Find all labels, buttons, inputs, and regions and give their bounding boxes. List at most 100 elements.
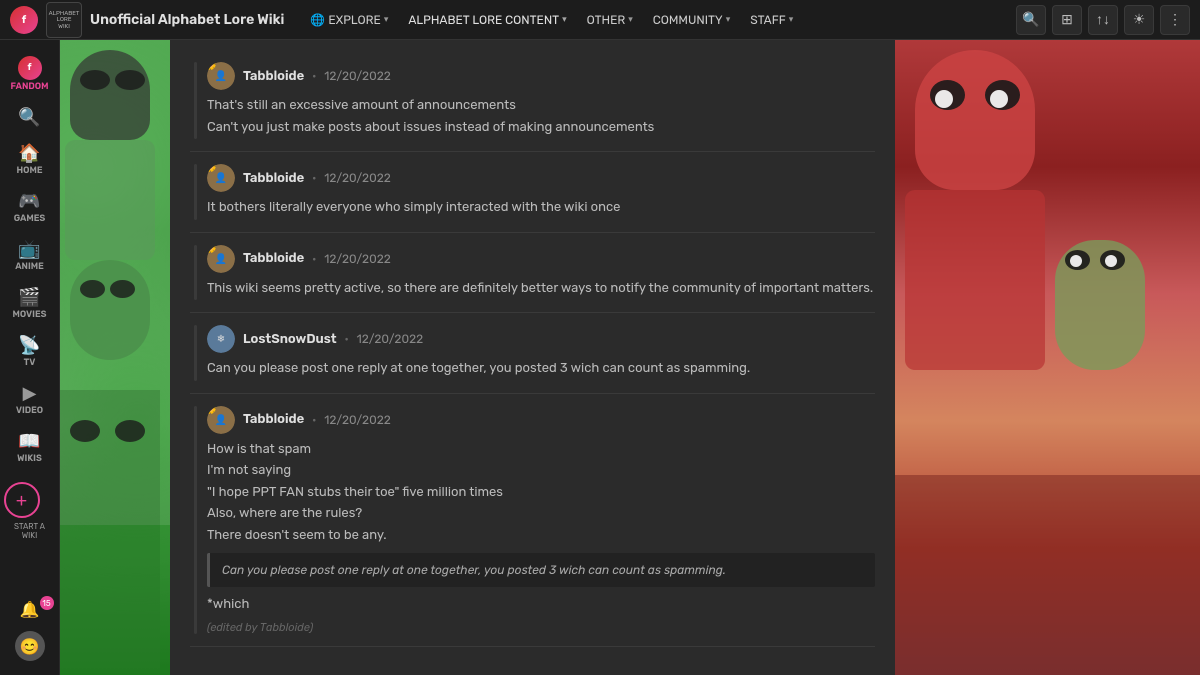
sidebar-item-tv[interactable]: 📡 TV (4, 328, 56, 374)
sidebar-games-label: GAMES (14, 214, 46, 224)
comment-thread-line (194, 62, 197, 139)
comment-text: How is that spamI'm not saying"I hope PP… (207, 440, 875, 615)
games-icon: 🎮 (18, 190, 40, 212)
nav-other[interactable]: OTHER ▾ (579, 9, 641, 31)
cartoon-shape-1 (70, 50, 150, 140)
comment-date: 12/20/2022 (324, 252, 391, 266)
comment-header: ❄ LostSnowDust · 12/20/2022 (207, 325, 875, 353)
flower-badge-icon: 🌼 (207, 62, 216, 71)
community-label: COMMUNITY (653, 13, 723, 27)
nav-staff[interactable]: STAFF ▾ (742, 9, 801, 31)
cartoon-eye-1 (80, 70, 110, 90)
chevron-down-icon: ▾ (726, 15, 731, 25)
comment-thread-line (194, 245, 197, 301)
nav-community[interactable]: COMMUNITY ▾ (645, 9, 738, 31)
nav-alphabet-lore-content[interactable]: ALPHABET LORE CONTENT ▾ (400, 9, 574, 31)
logo-area: f ALPHABETLOREWIKI Unofficial Alphabet L… (10, 2, 284, 38)
cartoon-shape-3 (70, 260, 150, 360)
right-eye-white-2 (990, 90, 1008, 108)
sidebar-item-video[interactable]: ▶ VIDEO (4, 376, 56, 422)
anime-icon: 📺 (18, 238, 40, 260)
comment-block: 🌼 👤 Tabbloide · 12/20/2022 How is that s… (190, 394, 875, 647)
comment-separator: · (312, 69, 316, 83)
right-bg-bottom (895, 475, 1200, 675)
video-icon: ▶ (23, 382, 37, 404)
comment-content: 🌼 👤 Tabbloide · 12/20/2022 This wiki see… (207, 245, 875, 301)
cartoon-eye-2 (115, 70, 145, 90)
comment-content: 🌼 👤 Tabbloide · 12/20/2022 That's still … (207, 62, 875, 139)
home-icon: 🏠 (18, 142, 40, 164)
comment-line: Can you please post one reply at one tog… (207, 359, 875, 379)
grid-button[interactable]: ⊞ (1052, 5, 1082, 35)
comment-content: 🌼 👤 Tabbloide · 12/20/2022 How is that s… (207, 406, 875, 634)
chevron-down-icon: ▾ (384, 15, 389, 25)
comment-block: 🌼 👤 Tabbloide · 12/20/2022 This wiki see… (190, 233, 875, 314)
sidebar-item-wikis[interactable]: 📖 WIKIS (4, 424, 56, 470)
commenter-username[interactable]: Tabbloide (243, 251, 304, 266)
sidebar-notifications[interactable]: 🔔 15 (4, 594, 56, 625)
sidebar-item-home[interactable]: 🏠 HOME (4, 136, 56, 182)
fandom-logo[interactable]: f (10, 6, 38, 34)
sidebar-item-games[interactable]: 🎮 GAMES (4, 184, 56, 230)
comment-quote: Can you please post one reply at one tog… (207, 553, 875, 587)
comment-block: 🌼 👤 Tabbloide · 12/20/2022 That's still … (190, 50, 875, 152)
commenter-username[interactable]: LostSnowDust (243, 332, 337, 347)
sidebar-item-fandom[interactable]: f FANDOM (4, 50, 56, 98)
sidebar-item-movies[interactable]: 🎬 MOVIES (4, 280, 56, 326)
right-green-eye-white-2 (1105, 255, 1117, 267)
cartoon-bottom (60, 525, 170, 675)
comments-container: 🌼 👤 Tabbloide · 12/20/2022 That's still … (190, 50, 875, 647)
theme-toggle-button[interactable]: ☀ (1124, 5, 1154, 35)
sidebar-wikis-label: WIKIS (17, 454, 42, 464)
sidebar-movies-label: MOVIES (13, 310, 47, 320)
sidebar-item-anime[interactable]: 📺 ANIME (4, 232, 56, 278)
sidebar-item-search[interactable]: 🔍 (4, 100, 56, 134)
cartoon-eye-4 (110, 280, 135, 298)
notification-badge: 15 (40, 596, 54, 610)
start-wiki-button[interactable]: + (4, 482, 40, 518)
chart-button[interactable]: ↑↓ (1088, 5, 1118, 35)
comment-line: There doesn't seem to be any. (207, 526, 875, 546)
comment-text: Can you please post one reply at one tog… (207, 359, 875, 379)
top-navigation: f ALPHABETLOREWIKI Unofficial Alphabet L… (0, 0, 1200, 40)
more-options-button[interactable]: ⋮ (1160, 5, 1190, 35)
commenter-username[interactable]: Tabbloide (243, 171, 304, 186)
fandom-sidebar-logo: f (18, 56, 42, 80)
comment-content: ❄ LostSnowDust · 12/20/2022 Can you plea… (207, 325, 875, 381)
commenter-avatar: ❄ (207, 325, 235, 353)
comment-thread-line (194, 325, 197, 381)
start-wiki-container: + START AWIKI (4, 478, 56, 540)
cartoon-eye-6 (115, 420, 145, 442)
search-icon: 🔍 (18, 106, 40, 128)
comment-block: 🌼 👤 Tabbloide · 12/20/2022 It bothers li… (190, 152, 875, 233)
nav-links: 🌐 EXPLORE ▾ ALPHABET LORE CONTENT ▾ OTHE… (302, 9, 801, 31)
main-layout: f FANDOM 🔍 🏠 HOME 🎮 GAMES 📺 ANIME 🎬 MOVI… (0, 40, 1200, 675)
right-eye-white-1 (935, 90, 953, 108)
comment-line: "I hope PPT FAN stubs their toe" five mi… (207, 483, 875, 503)
comment-line: It bothers literally everyone who simply… (207, 198, 875, 218)
comment-line: Can't you just make posts about issues i… (207, 118, 875, 138)
right-cartoon-head (915, 50, 1035, 190)
comment-line: This wiki seems pretty active, so there … (207, 279, 875, 299)
comment-line: That's still an excessive amount of anno… (207, 96, 875, 116)
commenter-avatar: 🌼 👤 (207, 406, 235, 434)
comment-block: ❄ LostSnowDust · 12/20/2022 Can you plea… (190, 313, 875, 394)
comment-separator: · (312, 171, 316, 185)
sidebar-bottom: 🔔 15 😊 (4, 594, 56, 665)
search-button[interactable]: 🔍 (1016, 5, 1046, 35)
user-avatar[interactable]: 😊 (15, 631, 45, 661)
wiki-title: Unofficial Alphabet Lore Wiki (90, 11, 284, 28)
commenter-username[interactable]: Tabbloide (243, 69, 304, 84)
comments-content-area[interactable]: 🌼 👤 Tabbloide · 12/20/2022 That's still … (170, 40, 895, 675)
comment-separator: · (312, 252, 316, 266)
comment-thread-line (194, 406, 197, 634)
comment-line: Also, where are the rules? (207, 504, 875, 524)
comment-header: 🌼 👤 Tabbloide · 12/20/2022 (207, 164, 875, 192)
cartoon-eye-3 (80, 280, 105, 298)
sidebar-fandom-label: FANDOM (11, 82, 49, 92)
commenter-username[interactable]: Tabbloide (243, 412, 304, 427)
nav-explore[interactable]: 🌐 EXPLORE ▾ (302, 9, 396, 31)
globe-icon: 🌐 (310, 13, 325, 27)
commenter-avatar: 🌼 👤 (207, 164, 235, 192)
comment-date: 12/20/2022 (324, 171, 391, 185)
